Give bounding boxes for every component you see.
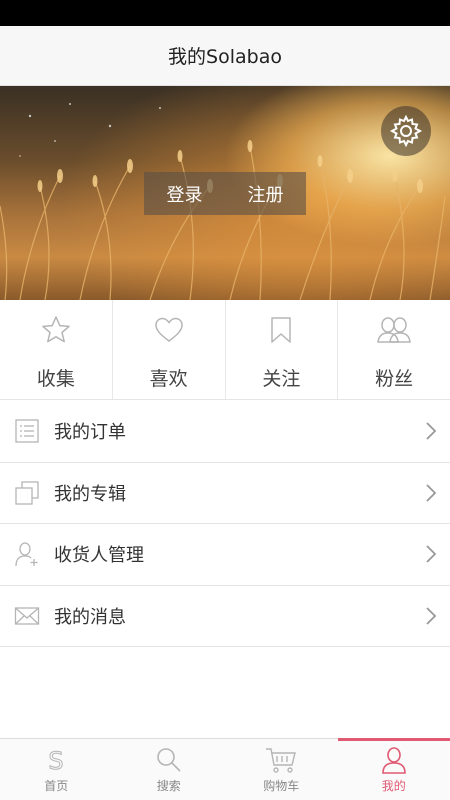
tab-search[interactable]: 搜索 [113, 739, 226, 800]
menu-item-orders[interactable]: 我的订单 [0, 401, 450, 463]
title-bar: 我的Solabao [0, 26, 450, 86]
menu-item-messages[interactable]: 我的消息 [0, 586, 450, 647]
menu-item-consignee-label: 收货人管理 [54, 545, 144, 567]
svg-text:S: S [49, 747, 64, 774]
settings-button[interactable] [381, 106, 431, 156]
stat-like-label: 喜欢 [149, 368, 188, 390]
menu-item-orders-label: 我的订单 [54, 422, 126, 444]
star-icon [42, 316, 70, 343]
tab-mine[interactable]: 我的 [337, 738, 450, 800]
login-button[interactable]: 登录 [167, 181, 203, 207]
bottom-tab-bar: S 首页 搜索 购物车 我的 [0, 738, 450, 800]
menu-item-albums[interactable]: 我的专辑 [0, 463, 450, 524]
cart-icon [266, 747, 297, 773]
home-s-icon: S [48, 746, 64, 774]
tab-home[interactable]: S 首页 [0, 739, 113, 800]
mail-icon [14, 607, 40, 625]
menu-item-consignee[interactable]: 收货人管理 [0, 524, 450, 586]
tab-mine-label: 我的 [381, 778, 406, 793]
stat-follow[interactable]: 关注 [226, 300, 339, 399]
album-icon [15, 481, 39, 505]
stat-collect-label: 收集 [36, 368, 75, 390]
fans-icon [377, 317, 411, 343]
search-icon [156, 747, 181, 772]
person-icon [381, 746, 406, 774]
gear-icon [389, 114, 423, 148]
chevron-right-icon [426, 422, 437, 440]
order-list-icon [15, 419, 39, 443]
stat-like[interactable]: 喜欢 [113, 300, 226, 399]
auth-box: 登录 注册 [144, 172, 306, 215]
register-button[interactable]: 注册 [248, 181, 284, 207]
profile-banner: 登录 注册 [0, 86, 450, 300]
tab-cart[interactable]: 购物车 [225, 739, 338, 800]
stat-collect[interactable]: 收集 [0, 300, 113, 399]
tab-home-label: 首页 [44, 778, 69, 793]
stat-fans[interactable]: 粉丝 [338, 300, 450, 399]
tab-cart-label: 购物车 [263, 778, 300, 793]
chevron-right-icon [426, 607, 437, 625]
menu-list: 我的订单 我的专辑 收货人管理 我的消息 [0, 401, 450, 647]
add-person-icon [15, 542, 38, 567]
status-bar [0, 0, 450, 26]
page-title: 我的Solabao [168, 46, 282, 68]
menu-item-messages-label: 我的消息 [54, 606, 126, 628]
stat-follow-label: 关注 [262, 368, 301, 390]
bookmark-icon [271, 317, 292, 343]
chevron-right-icon [426, 545, 437, 563]
stat-fans-label: 粉丝 [375, 368, 414, 390]
chevron-right-icon [426, 484, 437, 502]
heart-icon [154, 317, 183, 342]
menu-item-albums-label: 我的专辑 [54, 483, 126, 505]
stats-row: 收集 喜欢 关注 粉丝 [0, 300, 450, 400]
tab-search-label: 搜索 [156, 778, 181, 793]
